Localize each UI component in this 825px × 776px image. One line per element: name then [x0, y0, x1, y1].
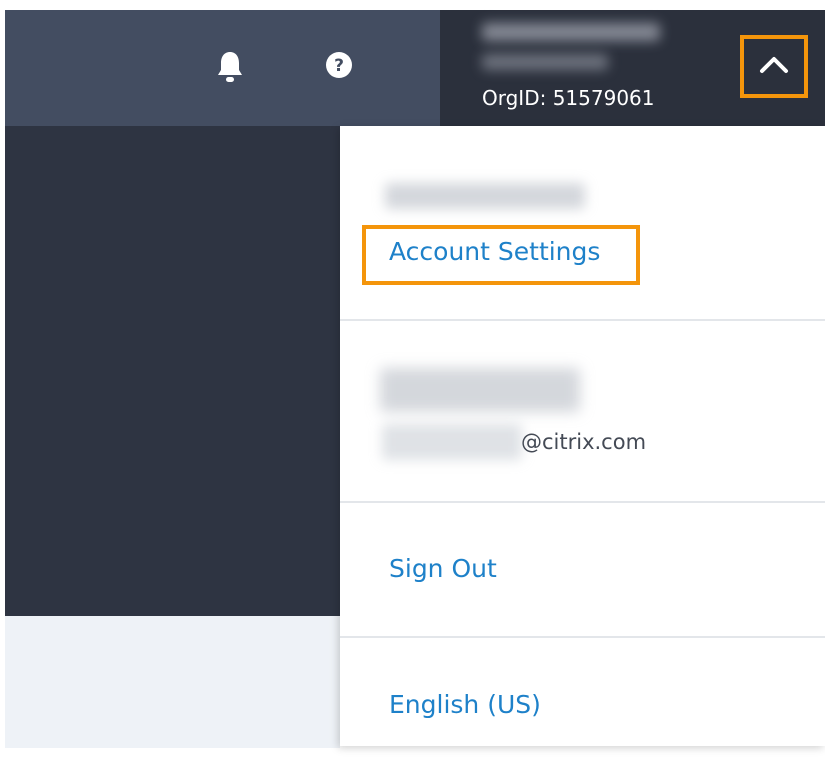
- account-name-redacted: [385, 183, 585, 209]
- email-user-redacted: [382, 424, 522, 460]
- svg-text:?: ?: [334, 56, 344, 76]
- content-area: [5, 616, 340, 748]
- sidebar: [5, 126, 340, 616]
- org-id: OrgID: 51579061: [482, 86, 655, 110]
- menu-divider: [340, 501, 825, 503]
- chevron-up-icon: [760, 57, 788, 73]
- bell-icon[interactable]: [215, 50, 245, 84]
- full-name-redacted: [380, 368, 580, 412]
- menu-divider: [340, 636, 825, 638]
- collapse-menu-button[interactable]: [740, 35, 808, 98]
- language-selector[interactable]: English (US): [389, 689, 541, 721]
- account-settings-link[interactable]: Account Settings: [389, 236, 600, 268]
- user-name-redacted: [482, 23, 660, 41]
- menu-divider: [340, 319, 825, 321]
- sign-out-link[interactable]: Sign Out: [389, 553, 497, 585]
- help-icon[interactable]: ?: [323, 49, 355, 81]
- customer-name-redacted: [482, 54, 608, 70]
- email-domain: @citrix.com: [521, 430, 647, 454]
